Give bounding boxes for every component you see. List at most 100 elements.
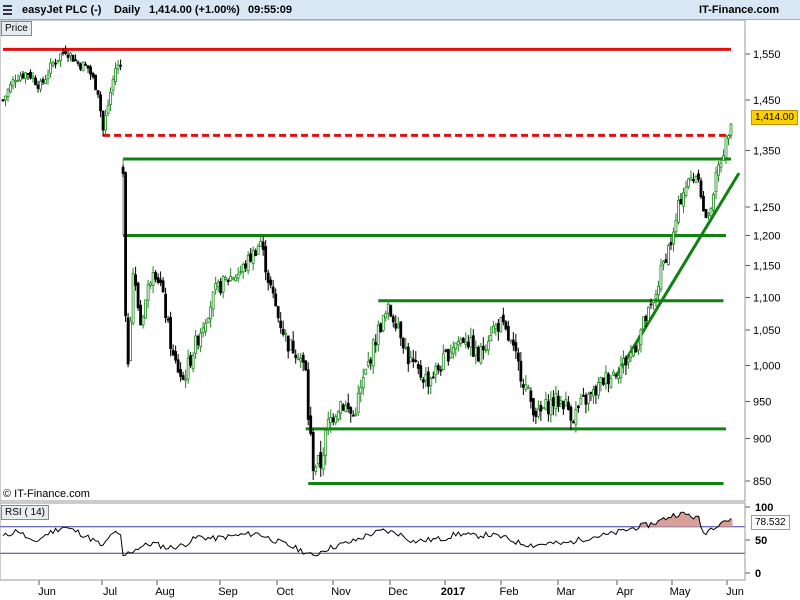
candle-body	[429, 378, 433, 387]
price-axis-tick-label: 1,200	[753, 231, 781, 243]
candle-body	[321, 455, 325, 470]
candle-body	[401, 337, 405, 349]
candle-body	[259, 241, 263, 247]
candle-body	[219, 280, 223, 294]
candle-body	[369, 359, 373, 364]
candle-body	[239, 271, 243, 274]
candle-body	[106, 105, 110, 114]
x-axis-tick-label: Nov	[331, 586, 351, 598]
candle-body	[79, 63, 82, 70]
candle-body	[261, 241, 265, 250]
price-axis-tick-label: 900	[753, 434, 771, 446]
candle-body	[339, 401, 343, 414]
candle-body	[126, 317, 130, 365]
candle-body	[451, 346, 455, 354]
candle-body	[622, 358, 625, 365]
candle-body	[411, 358, 415, 362]
candle-body	[176, 359, 180, 373]
candle-body	[549, 399, 553, 416]
candle-body	[74, 59, 77, 62]
candle-body	[326, 418, 330, 429]
candle-body	[96, 90, 100, 95]
candle-body	[589, 392, 593, 394]
candle-body	[466, 341, 470, 348]
candle-body	[729, 123, 733, 136]
candle-body	[409, 357, 413, 363]
candle-body	[39, 80, 42, 90]
candle-body	[121, 167, 125, 174]
candle-body	[647, 306, 650, 322]
candle-body	[129, 320, 132, 362]
candle-body	[104, 115, 107, 131]
candle-body	[89, 66, 92, 75]
candle-body	[4, 95, 7, 101]
candle-body	[489, 334, 493, 342]
x-axis-tick-label: Apr	[616, 586, 633, 598]
candle-body	[571, 421, 575, 424]
candle-body	[64, 50, 67, 54]
candle-body	[524, 384, 528, 390]
candle-body	[724, 135, 728, 159]
candle-body	[41, 79, 45, 83]
candle-body	[36, 84, 40, 89]
candle-body	[376, 324, 380, 346]
x-axis-tick-label: Jun	[726, 586, 744, 598]
candle-body	[9, 84, 12, 93]
candle-body	[241, 264, 245, 273]
candle-body	[546, 401, 550, 415]
candle-body	[136, 282, 140, 309]
candle-body	[554, 393, 558, 410]
candle-body	[256, 245, 260, 255]
candle-body	[371, 339, 375, 367]
candle-body	[416, 364, 420, 369]
candle-body	[234, 276, 238, 281]
price-axis-tick-label: 1,250	[753, 202, 781, 214]
candle-body	[722, 155, 725, 161]
price-axis-tick-label: 1,000	[753, 361, 781, 373]
candle-body	[439, 369, 443, 372]
x-axis-tick-label: 2017	[441, 586, 465, 598]
candle-body	[662, 261, 665, 265]
candle-body	[396, 324, 400, 328]
candle-body	[131, 273, 135, 324]
candle-body	[301, 354, 305, 363]
candle-body	[19, 75, 22, 81]
candle-body	[381, 314, 385, 331]
candle-body	[536, 408, 540, 417]
candle-body	[624, 357, 628, 366]
candle-body	[576, 405, 580, 409]
candle-body	[504, 321, 508, 330]
candle-body	[94, 74, 97, 91]
candle-body	[289, 339, 293, 351]
candle-body	[602, 377, 605, 385]
candle-body	[699, 180, 703, 198]
candle-body	[514, 342, 518, 352]
candle-body	[349, 407, 353, 414]
candle-body	[667, 245, 670, 266]
candle-body	[244, 263, 248, 269]
candle-body	[604, 372, 608, 385]
candle-body	[254, 250, 258, 257]
candle-body	[399, 321, 403, 339]
candle-body	[702, 195, 705, 212]
candle-body	[124, 172, 127, 317]
candle-body	[226, 280, 230, 282]
candle-body	[506, 325, 510, 341]
candle-body	[59, 53, 62, 61]
candle-body	[519, 360, 523, 382]
candle-body	[541, 407, 545, 409]
candle-body	[664, 259, 668, 263]
candle-body	[21, 73, 25, 79]
candle-body	[166, 318, 170, 321]
candle-body	[311, 431, 315, 472]
candle-body	[446, 348, 450, 362]
candle-body	[209, 306, 213, 320]
candle-body	[694, 176, 698, 184]
candle-body	[391, 316, 395, 323]
copyright-label: © IT-Finance.com	[3, 488, 90, 500]
candle-body	[69, 52, 72, 57]
price-axis-tick-label: 1,100	[753, 293, 781, 305]
candle-body	[499, 317, 503, 333]
candle-body	[284, 332, 288, 335]
candle-body	[354, 413, 358, 416]
